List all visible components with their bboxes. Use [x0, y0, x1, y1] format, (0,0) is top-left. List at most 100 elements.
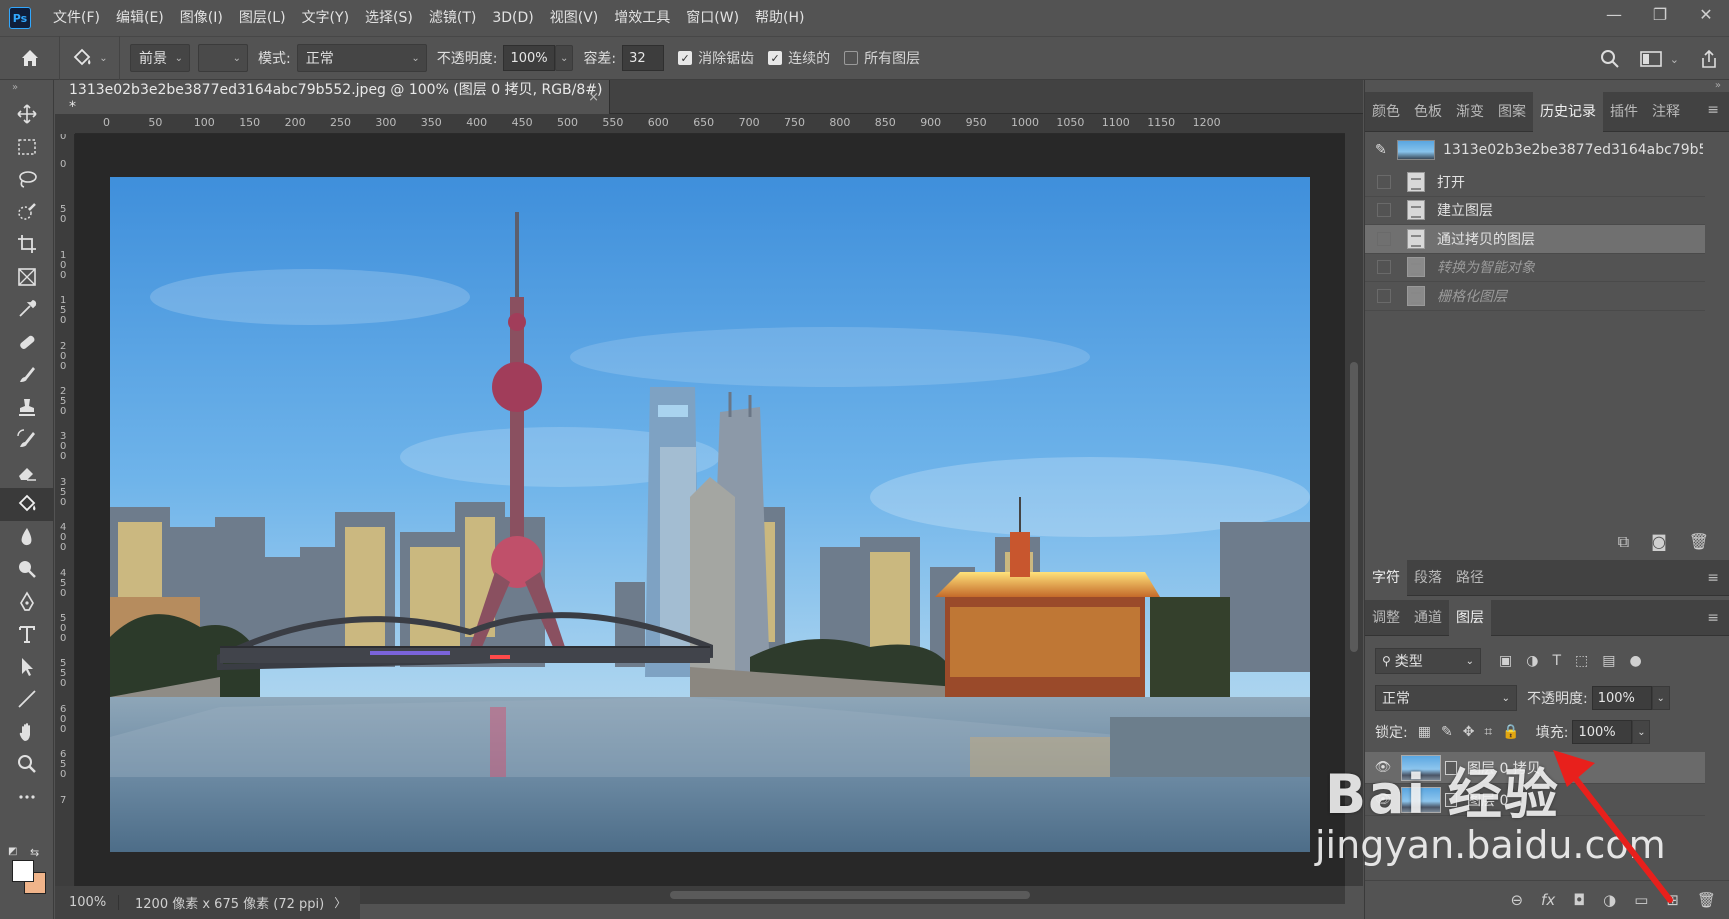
toolbar-collapse-button[interactable]: »	[0, 80, 53, 98]
zoom-level[interactable]: 100%	[55, 895, 119, 910]
history-state[interactable]: 建立图层	[1365, 197, 1705, 225]
history-source-checkbox[interactable]	[1377, 260, 1391, 275]
blur-tool[interactable]	[0, 521, 54, 554]
brush-tool[interactable]	[0, 358, 54, 391]
new-document-from-state-icon[interactable]: ⧉	[1618, 532, 1629, 552]
layer-opacity-dropdown[interactable]: ⌄	[1651, 686, 1670, 710]
lasso-tool[interactable]	[0, 163, 54, 196]
vertical-scroll-thumb[interactable]	[1350, 362, 1358, 652]
panel-tab[interactable]: 路径	[1449, 558, 1491, 598]
layer-name[interactable]: 图层 0	[1467, 790, 1508, 810]
menu-item[interactable]: 图层(L)	[231, 0, 294, 36]
menu-item[interactable]: 窗口(W)	[678, 0, 747, 36]
panel-menu-icon[interactable]: ≡	[1707, 570, 1719, 586]
layer-name[interactable]: 图层 0 拷贝	[1467, 758, 1541, 778]
panel-tab[interactable]: 段落	[1407, 558, 1449, 598]
menu-item[interactable]: 视图(V)	[542, 0, 607, 36]
document-image[interactable]	[110, 177, 1310, 852]
home-button[interactable]	[0, 36, 60, 80]
share-icon[interactable]	[1699, 49, 1719, 69]
foreground-color-swatch[interactable]	[12, 860, 34, 882]
panel-tab[interactable]: 字符	[1365, 557, 1407, 598]
new-group-icon[interactable]: ▭	[1634, 891, 1648, 909]
default-colors-icon[interactable]: ◩	[8, 846, 17, 857]
menu-item[interactable]: 编辑(E)	[108, 0, 172, 36]
blend-mode-select[interactable]: 正常 ⌄	[1375, 685, 1517, 711]
adjustment-layer-filter-icon[interactable]: ◑	[1526, 653, 1538, 669]
menu-item[interactable]: 增效工具	[606, 0, 678, 36]
link-layers-icon[interactable]: ⊖	[1510, 891, 1523, 909]
lock-all-icon[interactable]: 🔒	[1502, 724, 1519, 740]
menu-item[interactable]: 3D(D)	[484, 0, 541, 36]
fill-source-select[interactable]: 前景 ⌄	[130, 44, 190, 72]
status-info-arrow[interactable]: 〉	[334, 894, 346, 911]
menu-item[interactable]: 文件(F)	[45, 0, 108, 36]
healing-tool[interactable]	[0, 326, 54, 359]
history-state[interactable]: 转换为智能对象	[1365, 254, 1705, 282]
horizontal-scroll-thumb[interactable]	[670, 891, 1030, 899]
menu-item[interactable]: 文字(Y)	[294, 0, 357, 36]
lock-transparency-icon[interactable]: ▦	[1418, 724, 1431, 740]
swap-colors-icon[interactable]: ⇆	[30, 846, 39, 859]
pattern-picker[interactable]: ⌄	[198, 44, 248, 72]
menu-item[interactable]: 图像(I)	[172, 0, 231, 36]
eraser-tool[interactable]	[0, 456, 54, 489]
lock-pixels-icon[interactable]: ✎	[1441, 724, 1453, 740]
search-icon[interactable]	[1600, 49, 1620, 69]
visibility-eye-icon[interactable]: 👁	[1365, 792, 1401, 807]
type-tool[interactable]	[0, 618, 54, 651]
menu-item[interactable]: 滤镜(T)	[421, 0, 484, 36]
trash-icon[interactable]: 🗑	[1689, 532, 1709, 552]
filter-toggle-icon[interactable]: ●	[1629, 653, 1641, 669]
panel-tab[interactable]: 调整	[1365, 598, 1407, 638]
panel-tab[interactable]: 图案	[1491, 92, 1533, 132]
stamp-tool[interactable]	[0, 391, 54, 424]
path-select-tool[interactable]	[0, 651, 54, 684]
new-layer-icon[interactable]: ⊞	[1666, 891, 1679, 909]
crop-tool[interactable]	[0, 228, 54, 261]
delete-layer-icon[interactable]: 🗑	[1697, 891, 1716, 909]
shape-layer-filter-icon[interactable]: ⬚	[1575, 653, 1588, 669]
menu-item[interactable]: 选择(S)	[357, 0, 421, 36]
history-brush-source-icon[interactable]: ✎	[1375, 142, 1387, 158]
history-source-checkbox[interactable]	[1377, 174, 1391, 189]
opacity-input[interactable]: 100%	[503, 45, 556, 71]
dodge-tool[interactable]	[0, 553, 54, 586]
vertical-scrollbar[interactable]	[1345, 114, 1363, 886]
chevron-down-icon[interactable]: ⌄	[1670, 53, 1679, 66]
layer-row[interactable]: 👁 图层 0	[1365, 784, 1705, 816]
visibility-eye-icon[interactable]: 👁	[1365, 760, 1401, 775]
panel-menu-icon[interactable]: ≡	[1707, 102, 1719, 118]
horizontal-scrollbar[interactable]	[360, 886, 1345, 904]
mode-select[interactable]: 正常 ⌄	[296, 44, 427, 72]
antialias-checkbox[interactable]: ✓	[678, 51, 693, 65]
line-tool[interactable]	[0, 683, 54, 716]
lock-position-icon[interactable]: ✥	[1463, 724, 1475, 740]
close-tab-icon[interactable]: ×	[588, 90, 599, 105]
layer-opacity-input[interactable]: 100%	[1591, 686, 1652, 710]
panel-tab[interactable]: 颜色	[1365, 92, 1407, 132]
contiguous-checkbox[interactable]: ✓	[768, 51, 783, 65]
pen-tool[interactable]	[0, 586, 54, 619]
menu-item[interactable]: 帮助(H)	[747, 0, 812, 36]
tolerance-input[interactable]: 32	[622, 45, 665, 71]
workspace-icon[interactable]	[1639, 50, 1662, 68]
type-layer-filter-icon[interactable]: T	[1552, 653, 1561, 669]
panel-tab[interactable]: 渐变	[1449, 92, 1491, 132]
fill-dropdown[interactable]: ⌄	[1632, 720, 1651, 744]
eyedropper-tool[interactable]	[0, 293, 54, 326]
paint-bucket-tool[interactable]	[0, 488, 54, 521]
history-source-checkbox[interactable]	[1377, 203, 1391, 218]
panel-tab[interactable]: 插件	[1603, 92, 1645, 132]
smart-object-filter-icon[interactable]: ▤	[1602, 653, 1615, 669]
frame-tool[interactable]	[0, 261, 54, 294]
marquee-tool[interactable]	[0, 131, 54, 164]
close-window-button[interactable]: ✕	[1683, 0, 1729, 28]
restore-button[interactable]: ❐	[1637, 0, 1683, 28]
lock-artboard-icon[interactable]: ⌗	[1484, 724, 1492, 740]
panel-menu-icon[interactable]: ≡	[1707, 610, 1719, 626]
panel-tab[interactable]: 历史记录	[1533, 91, 1603, 132]
adjustment-layer-icon[interactable]: ◑	[1603, 891, 1616, 909]
layer-style-icon[interactable]: fx	[1541, 891, 1555, 909]
panel-tab[interactable]: 通道	[1407, 598, 1449, 638]
